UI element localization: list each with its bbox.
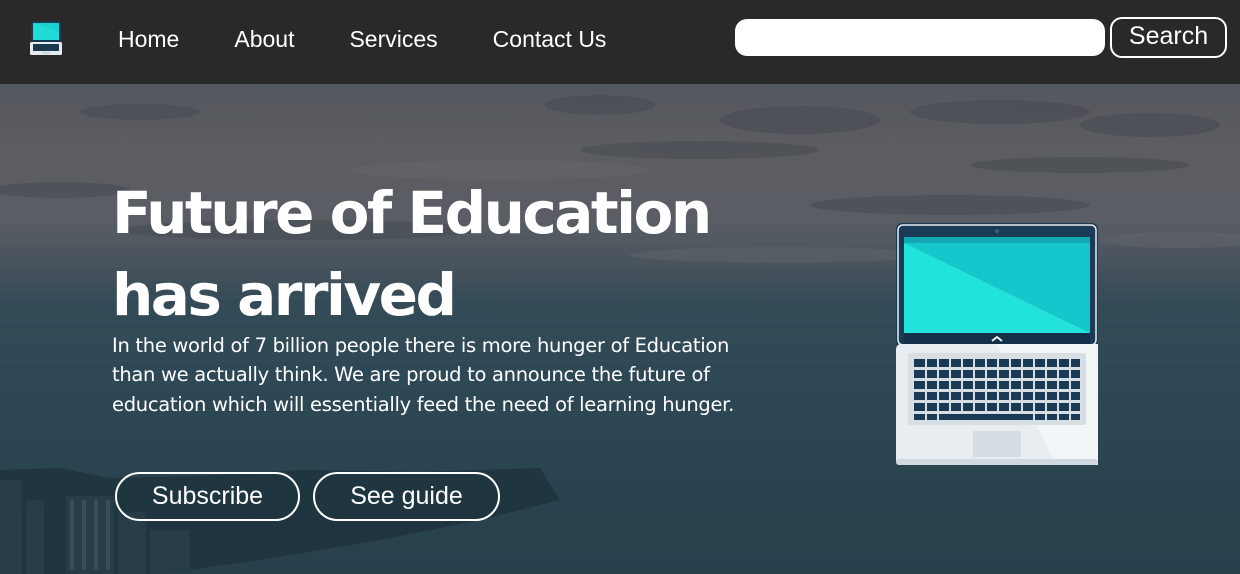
nav-link-contact-us[interactable]: Contact Us <box>493 22 607 56</box>
nav-link-about[interactable]: About <box>234 22 294 56</box>
nav-link-home[interactable]: Home <box>118 22 179 56</box>
search-button[interactable]: Search <box>1110 17 1227 58</box>
hero-description: In the world of 7 billion people there i… <box>112 334 735 416</box>
search-input[interactable] <box>735 19 1105 56</box>
nav-link-services[interactable]: Services <box>349 22 437 56</box>
page: Home About Services Contact Us Search Fu… <box>0 0 1240 574</box>
nav-links: Home About Services Contact Us <box>118 22 661 56</box>
laptop-icon[interactable] <box>30 20 62 56</box>
subscribe-button[interactable]: Subscribe <box>115 472 300 521</box>
laptop-illustration <box>896 223 1098 465</box>
hero-title: Future of Education has arrived <box>112 179 712 329</box>
navbar: Home About Services Contact Us Search <box>0 0 1240 84</box>
see-guide-button[interactable]: See guide <box>313 472 500 521</box>
